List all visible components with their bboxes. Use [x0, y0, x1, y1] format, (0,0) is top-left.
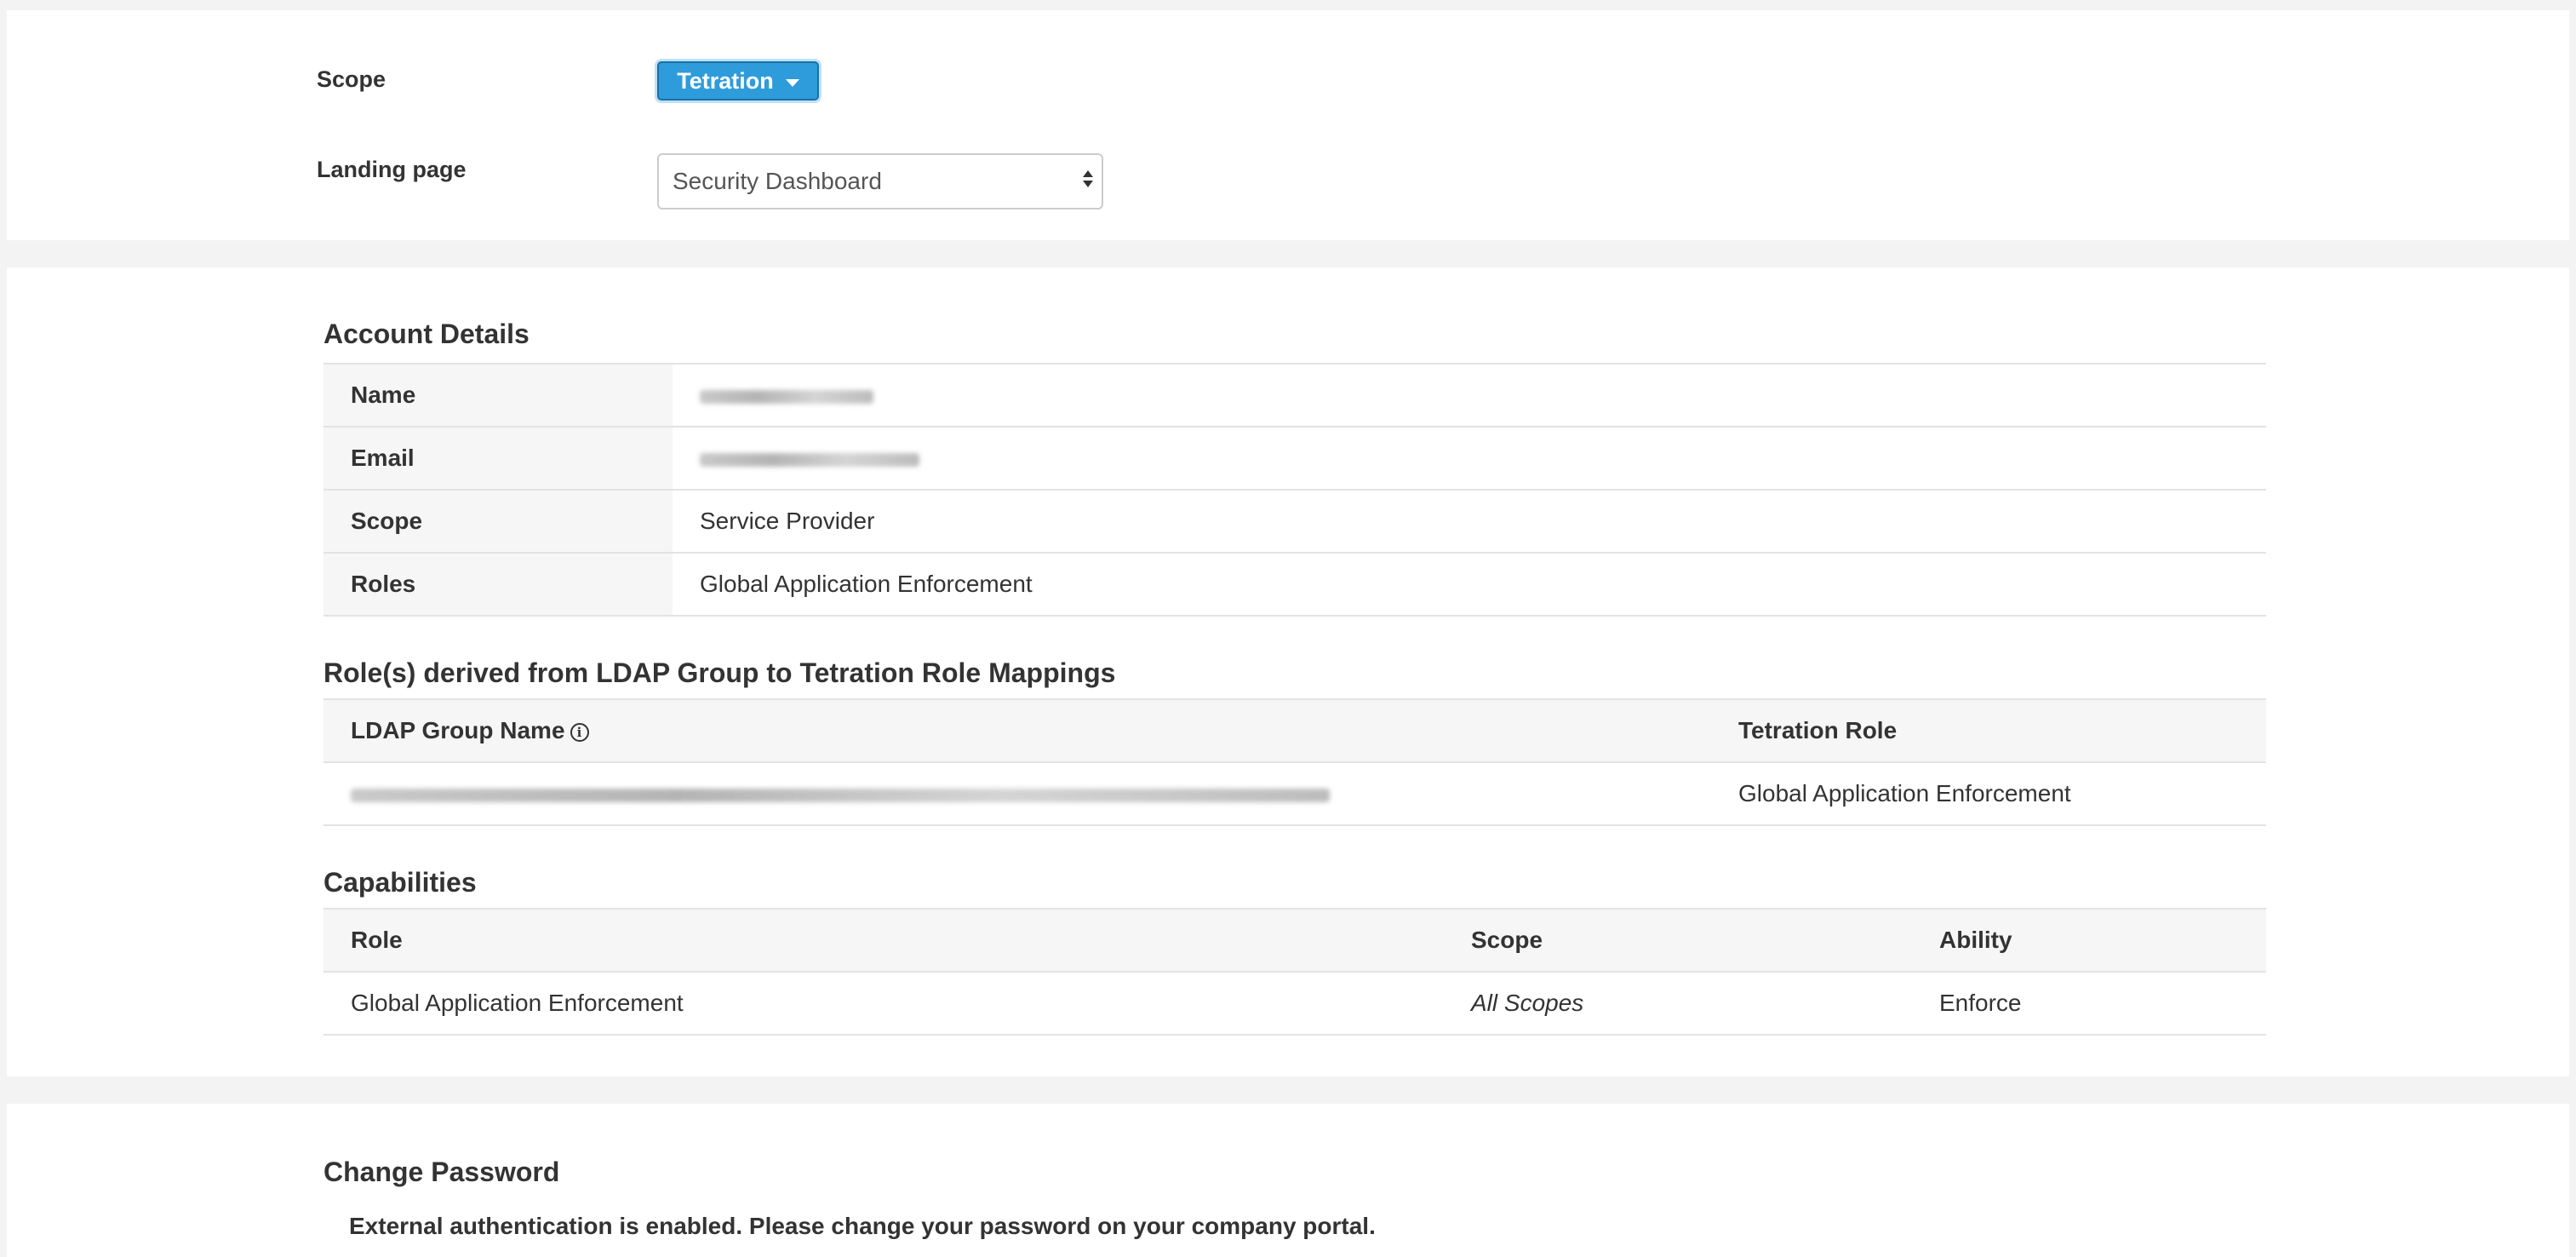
scope-cell: All Scopes — [1444, 972, 1912, 1035]
scope-header: Scope — [1444, 909, 1912, 972]
capabilities-title: Capabilities — [323, 867, 477, 898]
ldap-mappings-title: Role(s) derived from LDAP Group to Tetra… — [323, 657, 1115, 689]
account-panel: Account Details Name Email Scope Service… — [7, 267, 2569, 1076]
table-row: Global Application Enforcement — [323, 762, 2266, 825]
email-key: Email — [323, 427, 673, 490]
account-details-title: Account Details — [323, 319, 530, 350]
ldap-group-header: LDAP Group Name i — [323, 699, 1711, 762]
table-row: Name — [323, 364, 2266, 427]
redacted-email — [700, 453, 919, 467]
tetration-role-header: Tetration Role — [1711, 699, 2266, 762]
ldap-mappings-table: LDAP Group Name i Tetration Role Global A… — [323, 698, 2266, 826]
table-header-row: LDAP Group Name i Tetration Role — [323, 699, 2266, 762]
ability-header: Ability — [1912, 909, 2266, 972]
preferences-panel: Scope Tetration Landing page Security Da… — [7, 10, 2569, 240]
ability-cell: Enforce — [1912, 972, 2266, 1035]
table-header-row: Role Scope Ability — [323, 909, 2266, 972]
landing-page-value: Security Dashboard — [673, 168, 882, 195]
change-password-panel: Change Password External authentication … — [7, 1104, 2569, 1257]
scope-dropdown-button[interactable]: Tetration — [657, 61, 819, 100]
table-row: Roles Global Application Enforcement — [323, 553, 2266, 616]
role-header: Role — [323, 909, 1444, 972]
table-row: Scope Service Provider — [323, 490, 2266, 553]
account-details-table: Name Email Scope Service Provider Roles … — [323, 363, 2266, 617]
external-auth-note: External authentication is enabled. Plea… — [349, 1213, 1376, 1240]
caret-down-icon — [786, 79, 799, 87]
redacted-name — [700, 390, 873, 404]
scope-key: Scope — [323, 490, 673, 553]
table-row: Email — [323, 427, 2266, 490]
role-cell: Global Application Enforcement — [323, 972, 1444, 1035]
scope-label: Scope — [317, 66, 386, 93]
ldap-group-cell — [323, 762, 1711, 825]
landing-page-label: Landing page — [317, 157, 467, 183]
scope-value: Service Provider — [673, 490, 2266, 553]
roles-key: Roles — [323, 553, 673, 616]
info-icon[interactable]: i — [570, 723, 589, 742]
roles-value: Global Application Enforcement — [673, 553, 2266, 616]
ldap-group-header-label: LDAP Group Name — [351, 717, 565, 743]
landing-page-select[interactable]: Security Dashboard — [657, 153, 1103, 210]
email-value — [673, 427, 2266, 490]
change-password-title: Change Password — [323, 1157, 559, 1188]
name-value — [673, 364, 2266, 427]
tetration-role-cell: Global Application Enforcement — [1711, 762, 2266, 825]
capabilities-table: Role Scope Ability Global Application En… — [323, 908, 2266, 1036]
table-row: Global Application Enforcement All Scope… — [323, 972, 2266, 1035]
scope-button-label: Tetration — [677, 68, 774, 95]
select-arrows-icon — [1083, 170, 1095, 194]
name-key: Name — [323, 364, 673, 427]
redacted-ldap-group — [351, 789, 1330, 802]
